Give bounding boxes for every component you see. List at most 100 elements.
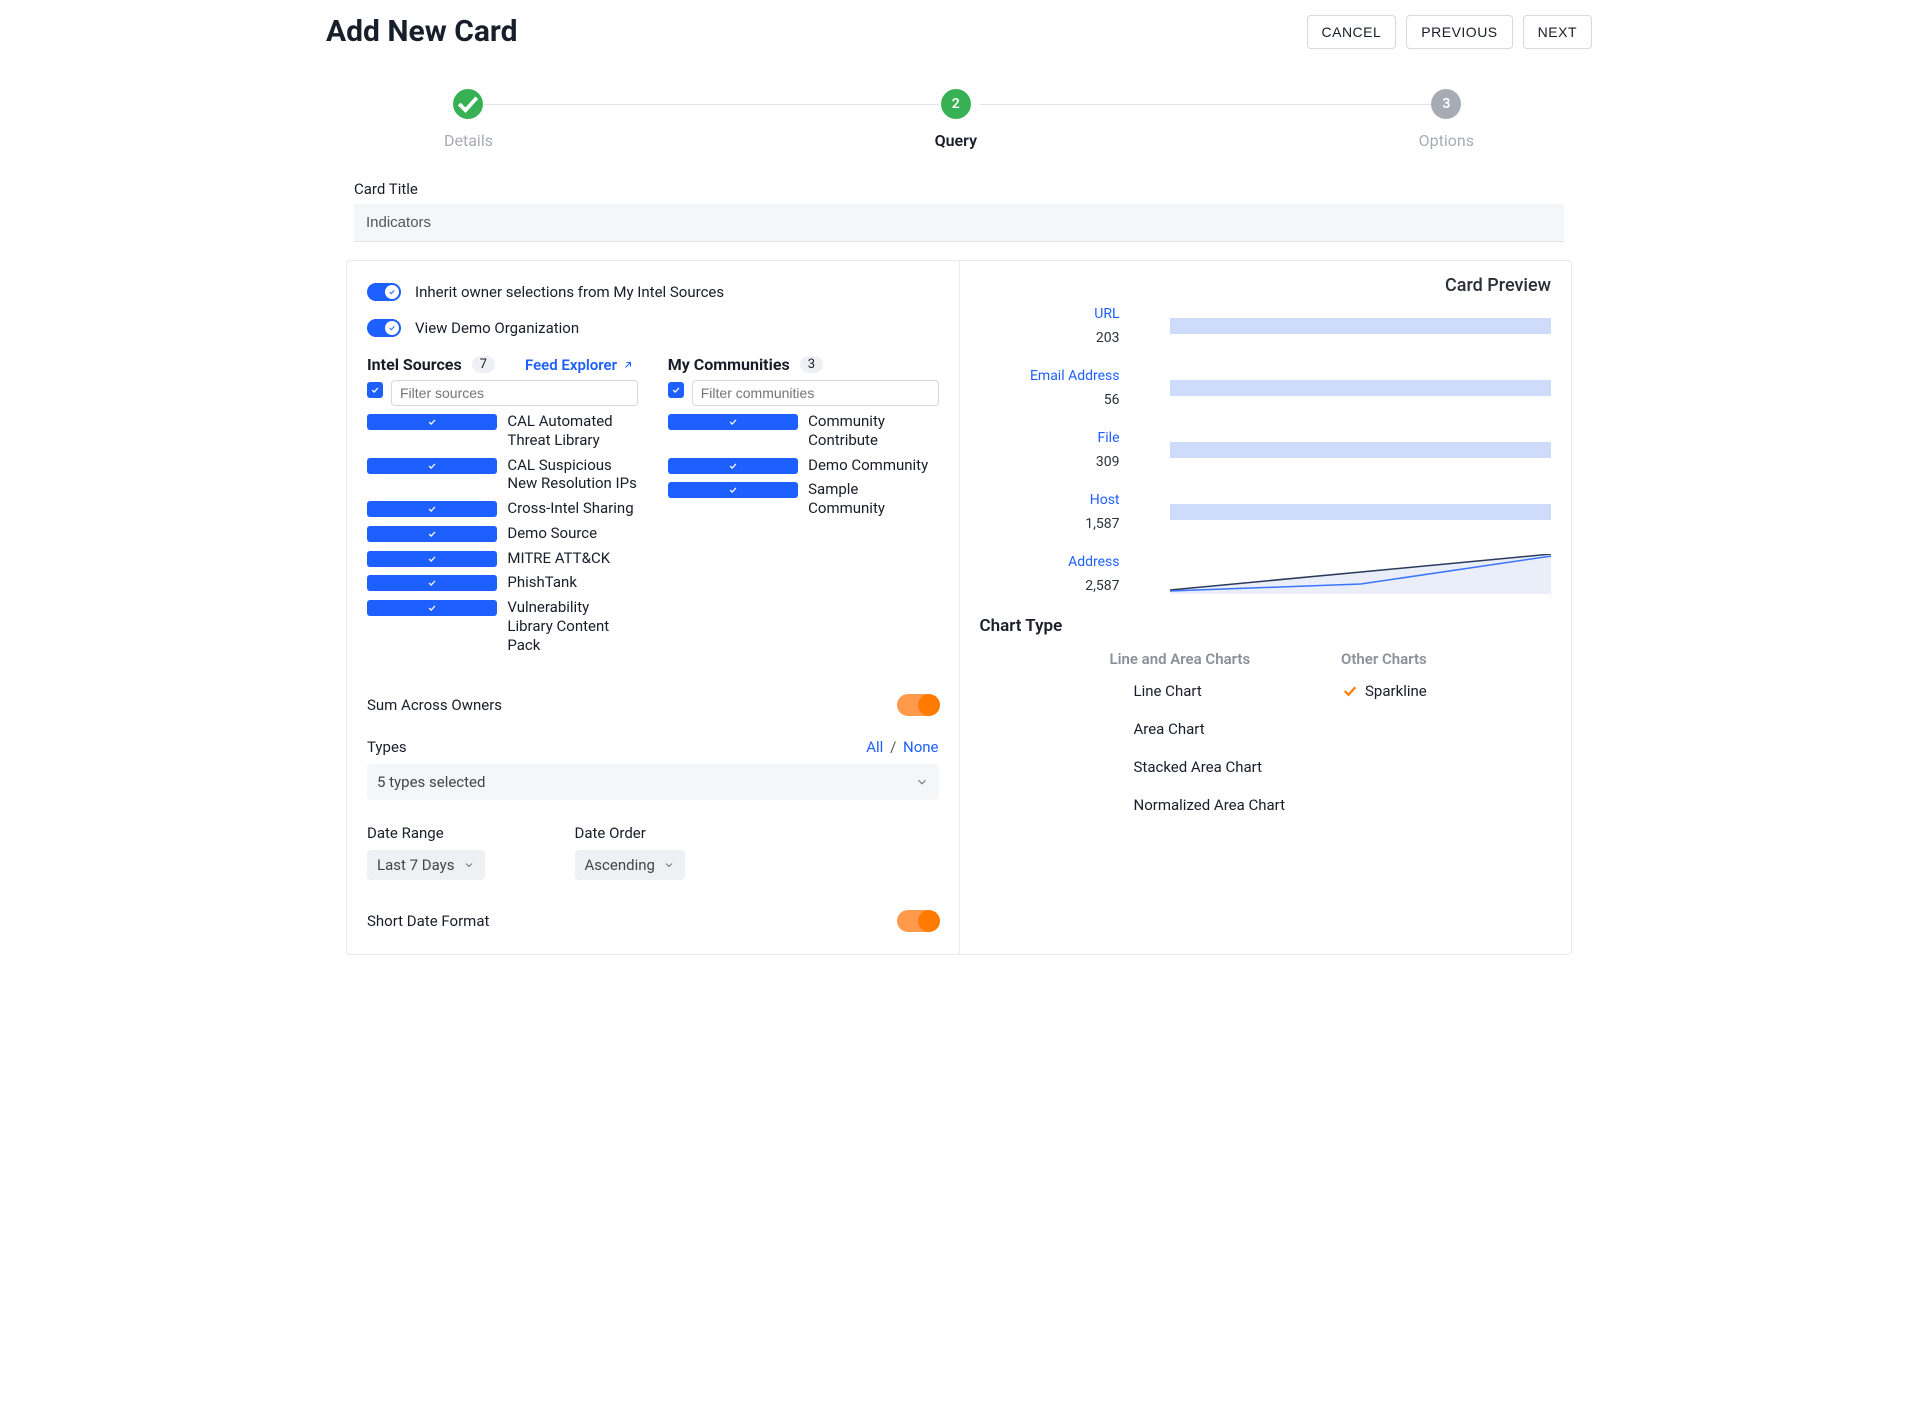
source-label: PhishTank (507, 573, 637, 592)
header-actions: CANCEL PREVIOUS NEXT (1307, 15, 1593, 49)
source-checkbox[interactable] (367, 526, 497, 542)
community-label: Sample Community (808, 480, 938, 518)
chart-type-option[interactable]: Area Chart (1134, 720, 1286, 738)
preview-category: File (980, 430, 1120, 446)
chart-type-col-other: Other Charts Sparkline (1341, 650, 1427, 834)
preview-category: Address (980, 554, 1120, 570)
types-select[interactable]: 5 types selected (367, 764, 939, 800)
chart-type-option[interactable]: Stacked Area Chart (1134, 758, 1286, 776)
date-range-label: Date Range (367, 824, 485, 842)
preview-bar (1170, 504, 1552, 520)
source-checkbox[interactable] (367, 501, 497, 517)
feed-explorer-label: Feed Explorer (525, 356, 617, 374)
select-all-communities-checkbox[interactable] (668, 382, 684, 398)
preview-row: Host 1,587 (980, 492, 1552, 532)
types-none-link[interactable]: None (903, 738, 939, 756)
separator: / (890, 738, 896, 756)
card-title-input[interactable] (354, 204, 1564, 242)
step-label: Options (1419, 131, 1474, 150)
date-order-label: Date Order (575, 824, 685, 842)
chart-type-option-label: Sparkline (1365, 682, 1427, 700)
inherit-toggle[interactable] (367, 283, 401, 301)
check-icon (453, 89, 483, 119)
my-communities-count: 3 (800, 356, 823, 373)
types-select-value: 5 types selected (377, 773, 485, 791)
short-date-format-label: Short Date Format (367, 912, 489, 930)
preview-column: Card Preview URL 203 Email Address 56 Fi… (960, 261, 1572, 954)
community-label: Community Contribute (808, 412, 938, 450)
step-options[interactable]: 3 Options (1419, 89, 1474, 150)
short-date-format-toggle[interactable] (897, 910, 939, 932)
cancel-button[interactable]: CANCEL (1307, 15, 1397, 49)
toggle-knob (918, 694, 940, 716)
source-label: Demo Source (507, 524, 637, 543)
next-button[interactable]: NEXT (1523, 15, 1592, 49)
source-label: CAL Suspicious New Resolution IPs (507, 456, 637, 494)
external-link-icon (622, 359, 634, 371)
stepper-line (979, 104, 1434, 105)
preview-category: URL (980, 306, 1120, 322)
filter-communities-input[interactable] (692, 380, 939, 406)
select-all-sources-checkbox[interactable] (367, 382, 383, 398)
preview-row: URL 203 (980, 306, 1552, 346)
page-title: Add New Card (326, 14, 518, 49)
intel-sources-column: Intel Sources 7 Feed Explorer CAL Automa… (367, 355, 638, 660)
toggle-knob (385, 321, 399, 335)
date-order-select[interactable]: Ascending (575, 850, 685, 880)
preview-value: 309 (980, 454, 1120, 470)
intel-sources-heading: Intel Sources (367, 355, 462, 374)
intel-sources-count: 7 (472, 356, 495, 373)
chart-type-title: Chart Type (980, 616, 1552, 636)
stepper-line (484, 104, 939, 105)
types-all-link[interactable]: All (866, 738, 883, 756)
source-checkbox[interactable] (367, 551, 497, 567)
preview-row: File 309 (980, 430, 1552, 470)
preview-sparkline (1170, 554, 1552, 594)
step-number-icon: 3 (1431, 89, 1461, 119)
step-query[interactable]: 2 Query (935, 89, 977, 150)
feed-explorer-link[interactable]: Feed Explorer (525, 356, 634, 374)
preview-category: Email Address (980, 368, 1120, 384)
step-details[interactable]: Details (444, 89, 493, 150)
preview-value: 203 (980, 330, 1120, 346)
community-label: Demo Community (808, 456, 938, 475)
chevron-down-icon (915, 775, 929, 789)
step-number-icon: 2 (941, 89, 971, 119)
config-column: Inherit owner selections from My Intel S… (347, 261, 960, 954)
inherit-toggle-label: Inherit owner selections from My Intel S… (415, 283, 724, 301)
main-panel: Inherit owner selections from My Intel S… (346, 260, 1572, 955)
community-checkbox[interactable] (668, 482, 798, 498)
source-checkbox[interactable] (367, 414, 497, 430)
chart-type-option[interactable]: Normalized Area Chart (1134, 796, 1286, 814)
my-communities-column: My Communities 3 Community Contribute De… (668, 355, 939, 660)
source-label: Cross-Intel Sharing (507, 499, 637, 518)
preview-bar (1170, 442, 1552, 458)
chart-type-col-line-area: Line and Area Charts Line Chart Area Cha… (1110, 650, 1286, 834)
date-range-value: Last 7 Days (377, 856, 455, 874)
source-label: MITRE ATT&CK (507, 549, 637, 568)
view-demo-toggle-label: View Demo Organization (415, 319, 579, 337)
community-checkbox[interactable] (668, 414, 798, 430)
view-demo-toggle[interactable] (367, 319, 401, 337)
preview-row: Address 2,587 (980, 554, 1552, 594)
step-label: Details (444, 131, 493, 150)
types-label: Types (367, 738, 407, 756)
card-preview-title: Card Preview (980, 275, 1552, 296)
source-checkbox[interactable] (367, 458, 497, 474)
sum-across-owners-label: Sum Across Owners (367, 696, 502, 714)
date-range-select[interactable]: Last 7 Days (367, 850, 485, 880)
preview-value: 2,587 (980, 578, 1120, 594)
my-communities-heading: My Communities (668, 355, 790, 374)
source-checkbox[interactable] (367, 600, 497, 616)
sum-across-owners-toggle[interactable] (897, 694, 939, 716)
chart-type-option[interactable]: Line Chart (1134, 682, 1286, 700)
types-all-none: All / None (866, 738, 938, 756)
chart-type-col-head: Line and Area Charts (1110, 650, 1286, 668)
community-checkbox[interactable] (668, 458, 798, 474)
chart-type-option-selected[interactable]: Sparkline (1341, 682, 1427, 700)
previous-button[interactable]: PREVIOUS (1406, 15, 1512, 49)
stepper: Details 2 Query 3 Options (444, 89, 1474, 150)
source-checkbox[interactable] (367, 575, 497, 591)
source-label: Vulnerability Library Content Pack (507, 598, 637, 654)
filter-sources-input[interactable] (391, 380, 638, 406)
